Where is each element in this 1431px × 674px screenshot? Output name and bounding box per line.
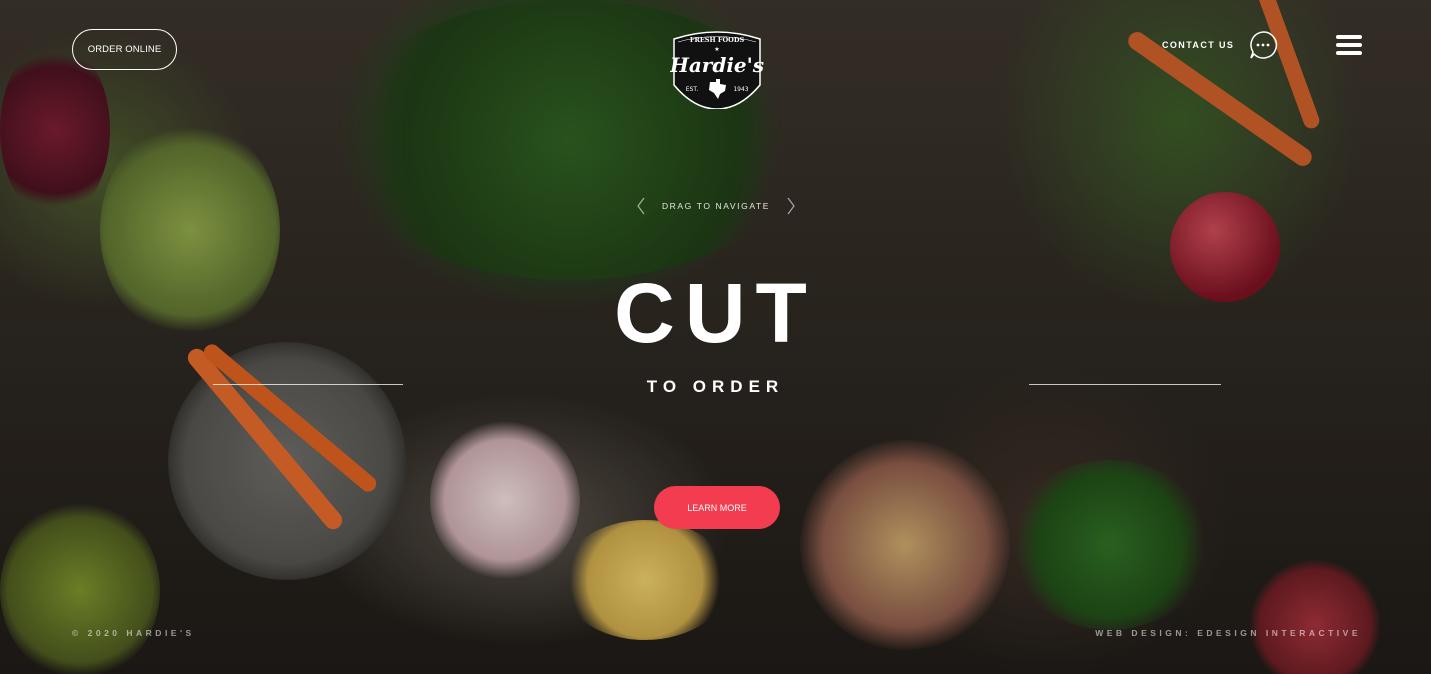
logo-name: Hardie's: [670, 53, 764, 77]
learn-more-button[interactable]: LEARN MORE: [654, 486, 780, 529]
drag-navigation[interactable]: DRAG TO NAVIGATE: [636, 196, 796, 216]
chevron-left-icon[interactable]: [636, 197, 646, 215]
contact-us-label[interactable]: CONTACT US: [1162, 40, 1234, 50]
chat-bubble-icon[interactable]: [1248, 30, 1278, 60]
hardies-logo[interactable]: FRESH FOODS ★ Hardie's EST. 1943: [670, 27, 764, 109]
chevron-right-icon[interactable]: [786, 197, 796, 215]
logo-est-year: 1943: [733, 86, 748, 93]
logo-star-icon: ★: [714, 46, 719, 53]
web-design-credit[interactable]: WEB DESIGN: EDESIGN INTERACTIVE: [1095, 628, 1361, 638]
logo-top-text: FRESH FOODS: [690, 36, 745, 44]
hero-title: CUT: [614, 266, 817, 360]
order-online-button[interactable]: ORDER ONLINE: [72, 29, 177, 70]
hero-subtitle: TO ORDER: [646, 377, 785, 396]
logo-est-label: EST.: [686, 86, 699, 93]
hamburger-menu-icon[interactable]: [1336, 35, 1362, 55]
contact-link[interactable]: CONTACT US: [1162, 30, 1278, 60]
divider-right: [1029, 384, 1221, 385]
drag-hint: DRAG TO NAVIGATE: [661, 201, 771, 211]
copyright-text: © 2020 HARDIE'S: [72, 628, 195, 638]
